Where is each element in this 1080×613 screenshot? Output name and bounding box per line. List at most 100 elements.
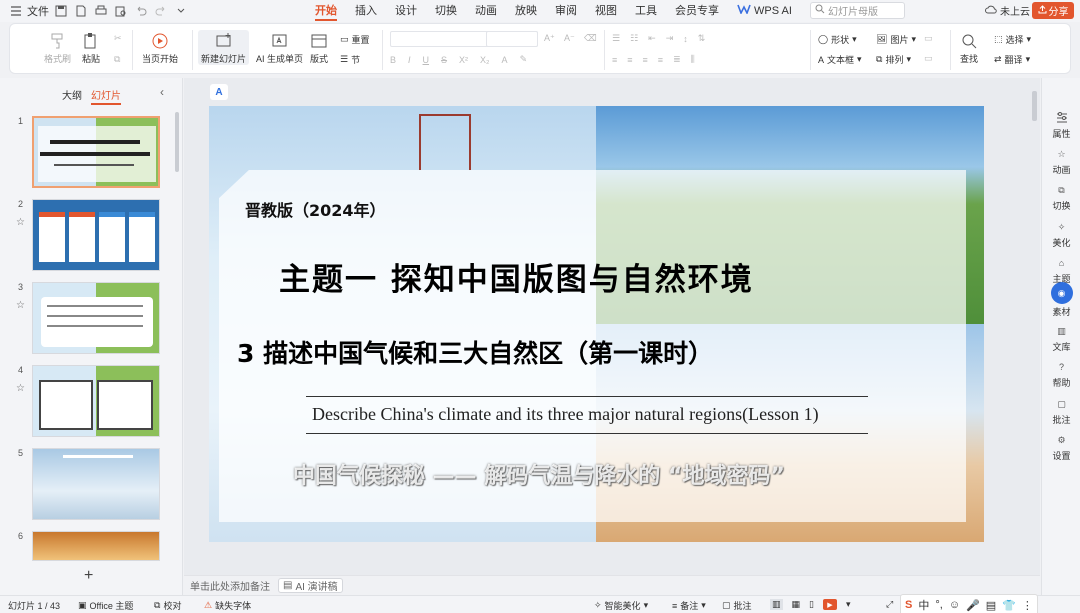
superscript-icon[interactable]: X² [459,55,468,65]
slide-english-subtitle[interactable]: Describe China's climate and its three m… [312,404,819,425]
slide-thumbnail[interactable] [32,282,160,354]
sidebar-item-settings[interactable]: ⚙ 设置 [1042,432,1080,462]
decrease-font-button[interactable]: A⁻ [564,33,575,44]
decrease-indent-icon[interactable]: ⇤ [648,33,656,44]
slide-thumbnail[interactable] [32,365,160,437]
chevron-down-icon[interactable]: ▾ [846,599,851,610]
sidebar-item-transition[interactable]: ⧉ 切换 [1042,182,1080,212]
add-slide-button[interactable]: + [84,567,93,585]
normal-view-icon[interactable]: ▥ [770,599,783,610]
print-preview-icon[interactable] [113,3,129,19]
underline-icon[interactable]: U [423,55,430,65]
save-icon[interactable] [53,3,69,19]
tab-transitions[interactable]: 切换 [426,0,466,22]
find-button[interactable]: 查找 [958,30,980,65]
numbered-list-icon[interactable]: ☷ [630,33,638,44]
increase-font-button[interactable]: A⁺ [544,33,555,44]
font-color-icon[interactable]: A [502,55,508,65]
cloud-status[interactable]: 未上云 [985,3,1030,18]
align-center-icon[interactable]: ≡ [627,55,632,65]
layout-button[interactable]: 版式 [308,30,330,65]
slide-thumbnail[interactable] [32,531,160,561]
slide-thumbnail[interactable] [32,199,160,271]
increase-indent-icon[interactable]: ⇥ [666,33,674,44]
shape-button[interactable]: ◯ 形状 ▾ [818,33,857,46]
ai-slide-button[interactable]: AI 生成单页 [256,30,303,65]
tab-tools[interactable]: 工具 [626,0,666,22]
slide-thumbnail[interactable] [32,116,160,188]
select-button[interactable]: ⬚ 选择 ▾ [994,33,1031,46]
tab-design[interactable]: 设计 [386,0,426,22]
align-right-icon[interactable]: ≡ [643,55,648,65]
redo-icon[interactable] [153,3,169,19]
paste-button[interactable]: 粘贴 [80,30,102,65]
star-icon[interactable]: ☆ [16,217,25,228]
arrange-button[interactable]: ⧉ 排列 ▾ [876,53,911,66]
slide-edition-text[interactable]: 晋教版（2024年） [245,197,386,221]
subscript-icon[interactable]: X₂ [480,55,490,65]
missing-font-button[interactable]: ⚠ 缺失字体 [204,599,251,612]
sidebar-item-help[interactable]: ? 帮助 [1042,359,1080,389]
tab-member[interactable]: 会员专享 [666,0,728,22]
star-icon[interactable]: ☆ [16,383,25,394]
file-menu[interactable]: 文件 [8,3,49,19]
bullet-list-icon[interactable]: ☰ [612,33,620,44]
play-slideshow-icon[interactable]: ▶ [822,599,837,610]
sidebar-item-materials[interactable]: ◉ 素材 [1042,282,1080,318]
columns-icon[interactable]: ⫼ [691,54,695,65]
cut-button[interactable]: ✂ [114,33,122,44]
format-painter-button[interactable]: 格式刷 [44,30,71,65]
slide-tagline[interactable]: 中国气候探秘 —— 解码气温与降水的 “地域密码” [293,458,785,490]
print-icon[interactable] [93,3,109,19]
section-button[interactable]: ☰ 节 [340,53,360,66]
tab-slides[interactable]: 幻灯片 [91,87,121,105]
bold-icon[interactable]: B [390,55,396,65]
slide-count[interactable]: 幻灯片 1 / 43 [8,599,60,612]
undo-icon[interactable] [133,3,149,19]
chevron-down-icon[interactable] [173,3,189,19]
smart-beautify-button[interactable]: ✧ 智能美化 ▾ [594,599,648,612]
copy-button[interactable]: ⧉ [114,54,120,65]
start-from-current-button[interactable]: 当页开始 [142,30,178,65]
sidebar-item-animation[interactable]: ☆ 动画 [1042,146,1080,176]
justify-icon[interactable]: ≡ [658,55,663,65]
font-size-select[interactable] [486,31,538,47]
reset-button[interactable]: ▭ 重置 [340,33,370,46]
tab-home[interactable]: 开始 [306,0,346,22]
sidebar-item-beautify[interactable]: ✧ 美化 [1042,219,1080,249]
align-left-icon[interactable]: ≡ [612,55,617,65]
sidebar-item-library[interactable]: ▥ 文库 [1042,323,1080,353]
text-direction-icon[interactable]: ⇅ [698,33,706,44]
sidebar-item-theme[interactable]: ⌂ 主题 [1042,255,1080,285]
comments-toggle-button[interactable]: ▢ 批注 [722,599,752,612]
distribute-icon[interactable]: ≣ [673,54,681,65]
canvas-scrollbar[interactable] [1032,91,1037,121]
share-button[interactable]: 分享 [1032,2,1074,19]
slide-thumbnail[interactable] [32,448,160,520]
notes-toggle-button[interactable]: ≡ 备注 ▾ [672,599,706,612]
theme-status[interactable]: ▣ Office 主题 [78,599,133,612]
collapse-panel-icon[interactable]: ‹ [160,85,164,99]
thumbnail-scrollbar[interactable] [175,112,179,172]
strikethrough-icon[interactable]: S [441,55,447,65]
highlight-icon[interactable]: ✎ [520,54,528,65]
translate-button[interactable]: ⇄ 翻译 ▾ [994,53,1030,66]
tab-slideshow[interactable]: 放映 [506,0,546,22]
tab-insert[interactable]: 插入 [346,0,386,22]
tab-animations[interactable]: 动画 [466,0,506,22]
new-slide-button[interactable]: 新建幻灯片 [198,30,250,65]
line-spacing-icon[interactable]: ↕ [683,34,688,44]
shape-outline-icon[interactable]: ▭ [924,53,933,64]
tab-outline[interactable]: 大纲 [62,87,82,102]
proofread-button[interactable]: ⧉ 校对 [154,599,181,612]
textbox-button[interactable]: A 文本框 ▾ [818,53,862,66]
star-icon[interactable]: ☆ [16,300,25,311]
slide-subtitle[interactable]: 3 描述中国气候和三大自然区（第一课时） [237,334,713,370]
slide-1[interactable]: 晋教版（2024年） 主题一 探知中国版图与自然环境 3 描述中国气候和三大自然… [209,106,984,542]
notes-placeholder[interactable]: 单击此处添加备注 [190,578,270,593]
italic-icon[interactable]: I [408,55,411,65]
sidebar-item-properties[interactable]: 属性 [1042,110,1080,140]
input-method-bar[interactable]: S 中 °, ☺ 🎤 ▤ 👕 ⋮ [900,594,1038,613]
reading-view-icon[interactable]: ▯ [809,599,814,610]
slide-sorter-icon[interactable]: ▦ [792,599,801,610]
